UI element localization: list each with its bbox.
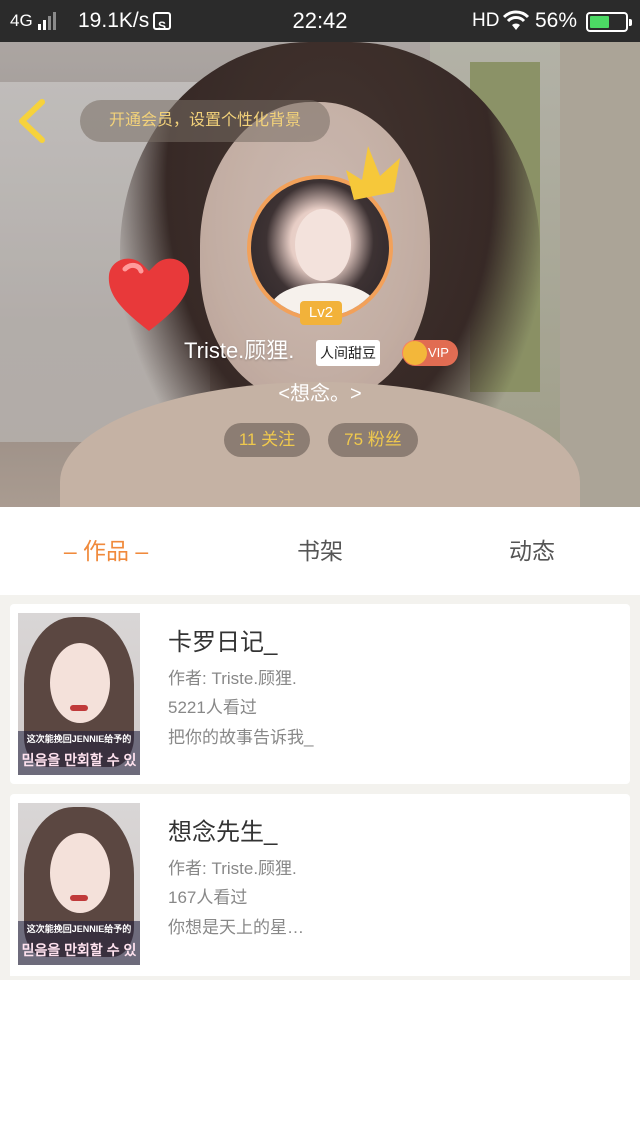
title-tag: 人间甜豆 <box>316 340 380 366</box>
vip-label: VIP <box>428 345 449 360</box>
chevron-left-icon <box>19 99 45 143</box>
following-count[interactable]: 11 关注 <box>224 423 310 457</box>
heart-sticker-icon <box>103 247 195 339</box>
battery-percent: 56% <box>535 9 578 32</box>
user-signature: <想念。> <box>278 383 362 405</box>
book-title: 卡罗日记_ <box>168 629 278 656</box>
book-intro: 你想是天上的星… <box>168 918 304 937</box>
list-item[interactable]: 这次能挽回JENNIE给予的 믿음을 만회할 수 있 卡罗日记_ 作者: Tri… <box>10 604 630 784</box>
status-bar: 4G 19.1K/s S 22:42 HD 56% <box>0 0 640 42</box>
book-author: 作者: Triste.顾狸. <box>168 859 297 878</box>
profile-tabs: – 作品 – 书架 动态 <box>0 507 640 595</box>
book-views: 167人看过 <box>168 888 248 907</box>
tab-feed[interactable]: 动态 <box>452 507 612 595</box>
list-item[interactable]: 这次能挽回JENNIE给予的 믿음을 만회할 수 있 想念先生_ 作者: Tri… <box>10 794 630 976</box>
username: Triste.顾狸. <box>184 338 295 363</box>
hd-indicator: HD <box>472 10 500 31</box>
battery-icon <box>586 12 632 32</box>
book-cover: 这次能挽回JENNIE给予的 믿음을 만회할 수 있 <box>18 613 140 775</box>
book-author: 作者: Triste.顾狸. <box>168 669 297 688</box>
book-cover: 这次能挽回JENNIE给予的 믿음을 만회할 수 있 <box>18 803 140 965</box>
tab-bookshelf[interactable]: 书架 <box>240 507 400 595</box>
crown-icon <box>340 140 412 208</box>
back-button[interactable] <box>14 98 54 144</box>
vip-background-banner[interactable]: 开通会员，设置个性化背景 <box>80 100 330 142</box>
book-views: 5221人看过 <box>168 698 257 717</box>
fans-count[interactable]: 75 粉丝 <box>328 423 418 457</box>
level-badge: Lv2 <box>300 301 342 325</box>
vip-badge[interactable]: VIP <box>402 340 458 366</box>
tab-works[interactable]: – 作品 – <box>26 507 186 595</box>
wifi-icon <box>502 10 530 38</box>
book-intro: 把你的故事告诉我_ <box>168 728 314 747</box>
book-title: 想念先生_ <box>168 819 278 846</box>
vip-crown-icon <box>403 341 427 365</box>
